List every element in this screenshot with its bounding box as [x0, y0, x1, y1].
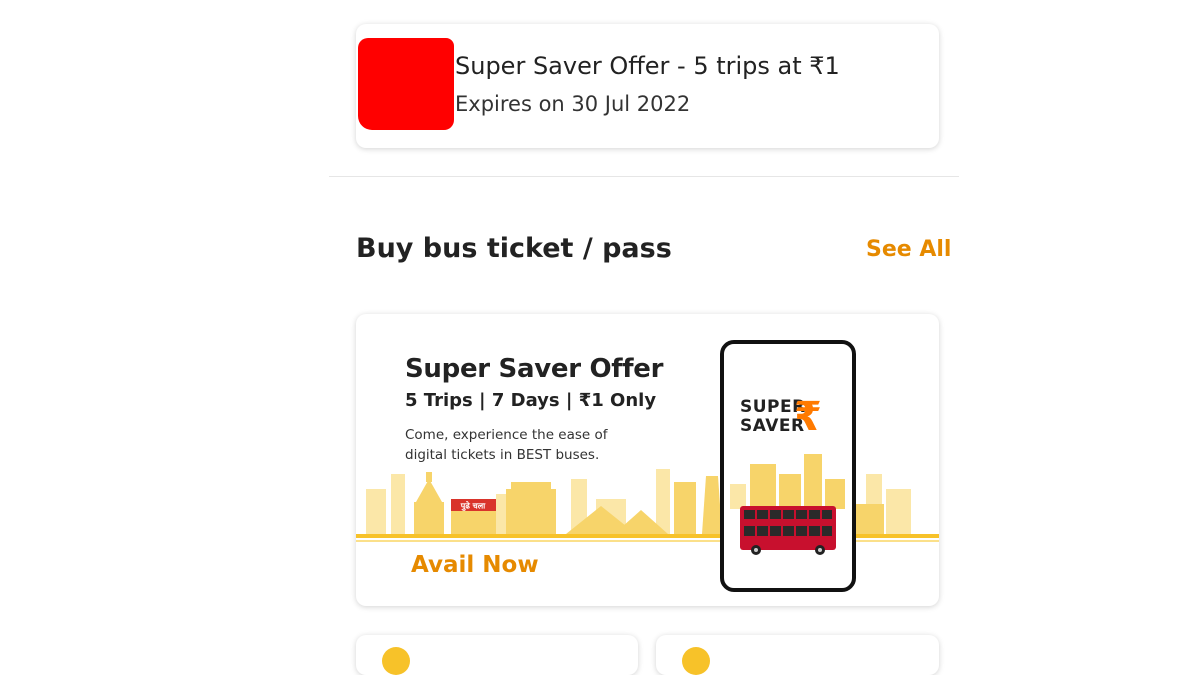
pass-option-card[interactable]: [656, 635, 939, 675]
bus-illustration: [730, 454, 845, 555]
ticket-option-card[interactable]: [356, 635, 638, 675]
avail-now-button[interactable]: Avail Now: [411, 552, 539, 578]
phone-illustration: SUPER SAVER ₹: [720, 340, 856, 592]
offer-expiry: Expires on 30 Jul 2022: [455, 92, 691, 116]
offer-card[interactable]: Super Saver Offer - 5 trips at ₹1 Expire…: [356, 24, 939, 148]
rupee-icon: ₹: [794, 394, 822, 440]
banner-headline: Super Saver Offer: [405, 354, 664, 384]
section-title: Buy bus ticket / pass: [356, 233, 672, 264]
offer-thumbnail-redacted: [358, 38, 454, 130]
sign-text: पुढे चला: [460, 501, 486, 512]
see-all-link[interactable]: See All: [866, 237, 951, 262]
banner-subline: 5 Trips | 7 Days | ₹1 Only: [405, 390, 657, 411]
offer-title: Super Saver Offer - 5 trips at ₹1: [455, 52, 840, 80]
pass-option-icon: [682, 647, 710, 675]
super-saver-banner[interactable]: Super Saver Offer 5 Trips | 7 Days | ₹1 …: [356, 314, 939, 606]
section-divider: [329, 176, 959, 177]
ticket-option-icon: [382, 647, 410, 675]
